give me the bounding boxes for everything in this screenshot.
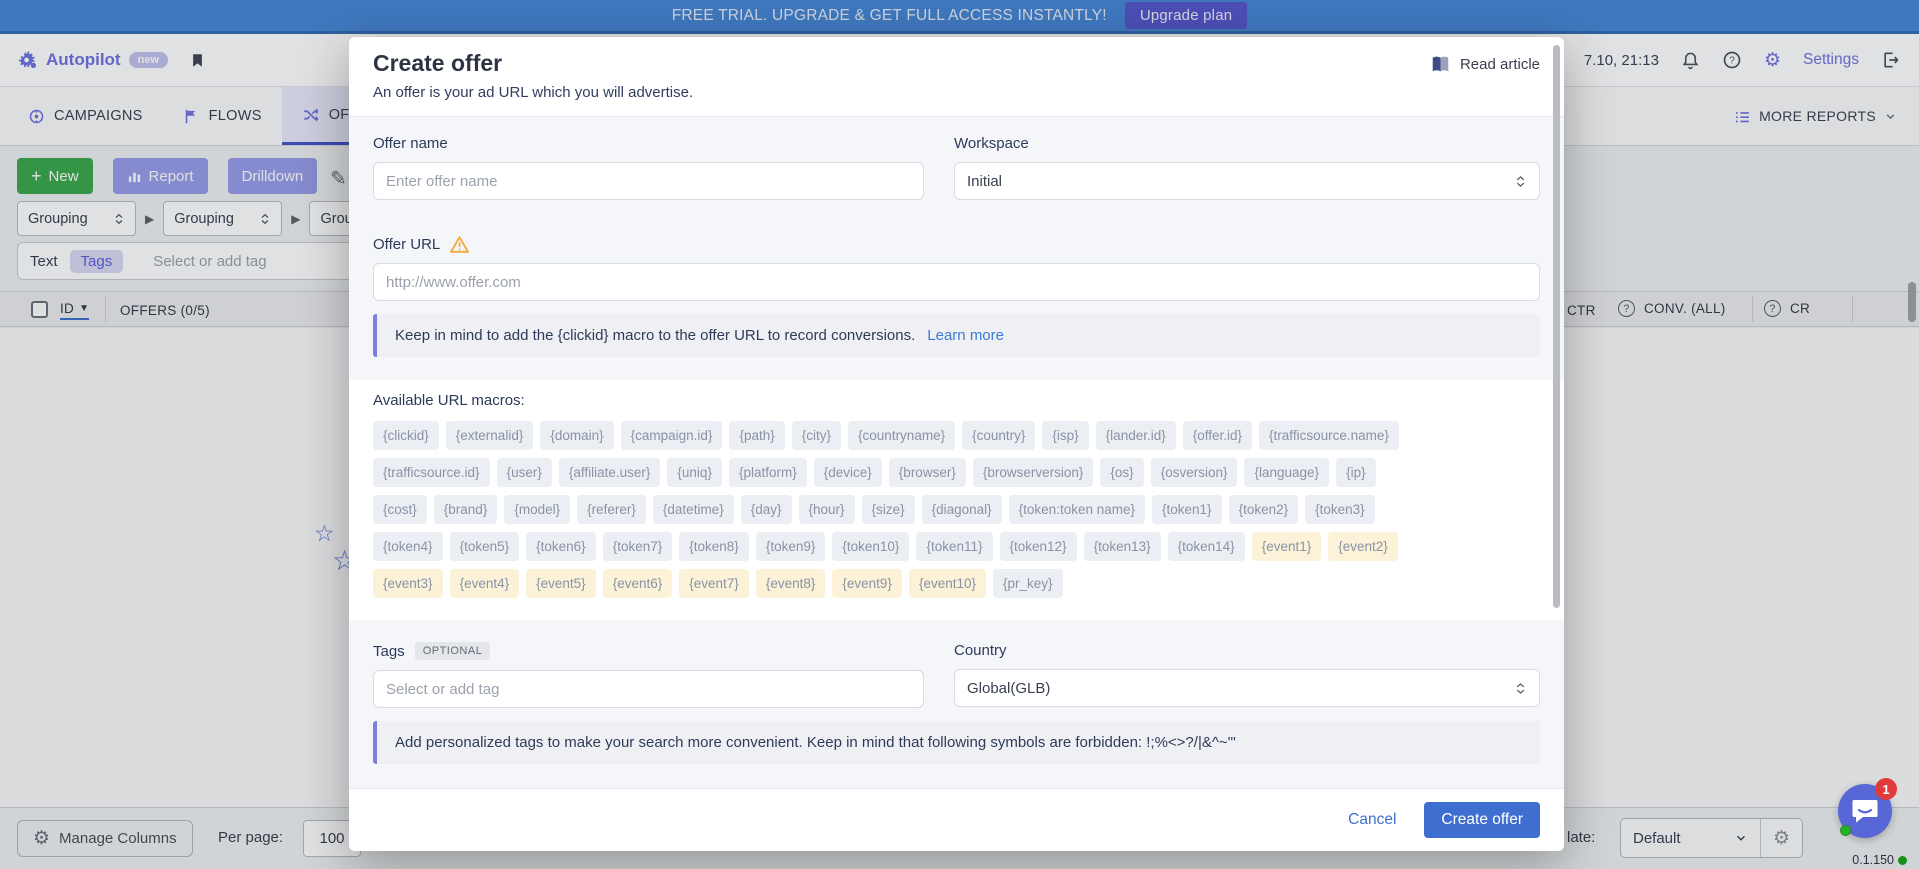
country-label: Country: [954, 642, 1540, 659]
macro-chip[interactable]: {brand}: [434, 495, 498, 524]
macro-chip[interactable]: {browser}: [889, 458, 966, 487]
macro-chip[interactable]: {token13}: [1084, 532, 1161, 561]
country-select[interactable]: Global(GLB): [954, 669, 1540, 707]
create-offer-button[interactable]: Create offer: [1424, 802, 1540, 838]
macro-chip[interactable]: {token8}: [679, 532, 749, 561]
macro-chip[interactable]: {token2}: [1229, 495, 1299, 524]
macro-chip[interactable]: {event6}: [603, 569, 673, 598]
macro-chip[interactable]: {token9}: [756, 532, 826, 561]
macro-chip[interactable]: {domain}: [540, 421, 613, 450]
macro-chip[interactable]: {token12}: [1000, 532, 1077, 561]
macro-chip[interactable]: {trafficsource.name}: [1259, 421, 1399, 450]
macro-chip[interactable]: {isp}: [1042, 421, 1088, 450]
offer-url-input[interactable]: [373, 263, 1540, 301]
macro-chip[interactable]: {ip}: [1336, 458, 1376, 487]
modal-title: Create offer: [373, 50, 1540, 77]
macro-chip[interactable]: {referer}: [577, 495, 646, 524]
macro-chip[interactable]: {event1}: [1252, 532, 1322, 561]
tags-label: Tags: [373, 643, 405, 660]
clickid-note: Keep in mind to add the {clickid} macro …: [373, 314, 1540, 357]
macro-chip[interactable]: {token6}: [526, 532, 596, 561]
offer-name-label: Offer name: [373, 135, 924, 152]
macro-chip[interactable]: {trafficsource.id}: [373, 458, 490, 487]
warning-icon: [450, 236, 469, 253]
macro-chip[interactable]: {externalid}: [446, 421, 534, 450]
cancel-button[interactable]: Cancel: [1348, 811, 1396, 829]
optional-badge: OPTIONAL: [415, 642, 491, 660]
modal-footer: Cancel Create offer: [349, 788, 1564, 851]
macro-chip[interactable]: {event2}: [1328, 532, 1398, 561]
tags-note: Add personalized tags to make your searc…: [373, 721, 1540, 764]
macro-chip[interactable]: {campaign.id}: [621, 421, 723, 450]
macro-chip[interactable]: {token1}: [1152, 495, 1222, 524]
macro-chip[interactable]: {event4}: [450, 569, 520, 598]
macro-chip[interactable]: {token7}: [603, 532, 673, 561]
modal-scrollbar-thumb[interactable]: [1553, 45, 1560, 608]
macro-chip[interactable]: {uniq}: [667, 458, 722, 487]
offer-name-input[interactable]: [373, 162, 924, 200]
macro-chip[interactable]: {osversion}: [1151, 458, 1238, 487]
chat-bubble-icon: [1851, 798, 1879, 824]
macro-chip[interactable]: {affiliate.user}: [559, 458, 661, 487]
workspace-select[interactable]: Initial: [954, 162, 1540, 200]
url-macros-section: Available URL macros: {clickid}{external…: [349, 380, 1564, 620]
macro-chip[interactable]: {countryname}: [848, 421, 955, 450]
macro-chip[interactable]: {cost}: [373, 495, 427, 524]
macro-chip[interactable]: {token11}: [916, 532, 992, 561]
macro-chip[interactable]: {diagonal}: [922, 495, 1002, 524]
macro-chip[interactable]: {size}: [862, 495, 915, 524]
tags-input[interactable]: [373, 670, 924, 708]
chat-online-dot: [1840, 825, 1851, 836]
chat-unread-badge: 1: [1875, 778, 1897, 800]
macro-chip[interactable]: {token10}: [832, 532, 909, 561]
select-chevrons-icon: [1514, 174, 1527, 189]
macro-chip[interactable]: {hour}: [799, 495, 855, 524]
read-article-link[interactable]: Read article: [1430, 55, 1540, 74]
macro-chip[interactable]: {event3}: [373, 569, 443, 598]
macro-chip[interactable]: {event8}: [756, 569, 826, 598]
modal-subtitle: An offer is your ad URL which you will a…: [373, 84, 1540, 101]
macro-chip[interactable]: {browserversion}: [973, 458, 1094, 487]
macro-chip[interactable]: {datetime}: [653, 495, 734, 524]
macro-chip[interactable]: {offer.id}: [1183, 421, 1252, 450]
macro-chip[interactable]: {lander.id}: [1096, 421, 1176, 450]
create-offer-modal: Create offer An offer is your ad URL whi…: [349, 37, 1564, 851]
macro-chip[interactable]: {path}: [729, 421, 784, 450]
macro-chip[interactable]: {country}: [962, 421, 1035, 450]
macro-chip[interactable]: {device}: [814, 458, 882, 487]
offer-url-label: Offer URL: [373, 236, 440, 253]
chat-widget-button[interactable]: 1: [1838, 784, 1892, 838]
macro-chip[interactable]: {event10}: [909, 569, 986, 598]
macro-chip[interactable]: {os}: [1100, 458, 1143, 487]
modal-header: Create offer An offer is your ad URL whi…: [349, 37, 1564, 116]
learn-more-link[interactable]: Learn more: [927, 327, 1004, 344]
select-chevrons-icon: [1514, 681, 1527, 696]
macro-chip[interactable]: {token5}: [450, 532, 520, 561]
book-icon: [1430, 55, 1451, 74]
modal-body: Offer name Workspace Initial Offer URL: [349, 116, 1564, 788]
macros-title: Available URL macros:: [373, 392, 1540, 409]
macro-chip[interactable]: {pr_key}: [993, 569, 1063, 598]
macro-chip[interactable]: {user}: [497, 458, 552, 487]
macro-chip[interactable]: {city}: [792, 421, 841, 450]
macro-chip[interactable]: {model}: [504, 495, 570, 524]
workspace-label: Workspace: [954, 135, 1540, 152]
macro-chip[interactable]: {token3}: [1305, 495, 1375, 524]
macro-chip[interactable]: {token14}: [1168, 532, 1245, 561]
macro-chip[interactable]: {language}: [1244, 458, 1329, 487]
macro-chip[interactable]: {token4}: [373, 532, 443, 561]
macro-chip[interactable]: {token:token name}: [1009, 495, 1145, 524]
macro-chip[interactable]: {platform}: [729, 458, 807, 487]
macro-chip[interactable]: {event9}: [832, 569, 902, 598]
macro-chip[interactable]: {day}: [741, 495, 792, 524]
macro-chip[interactable]: {clickid}: [373, 421, 439, 450]
macro-chip[interactable]: {event5}: [526, 569, 596, 598]
macro-chip[interactable]: {event7}: [679, 569, 749, 598]
